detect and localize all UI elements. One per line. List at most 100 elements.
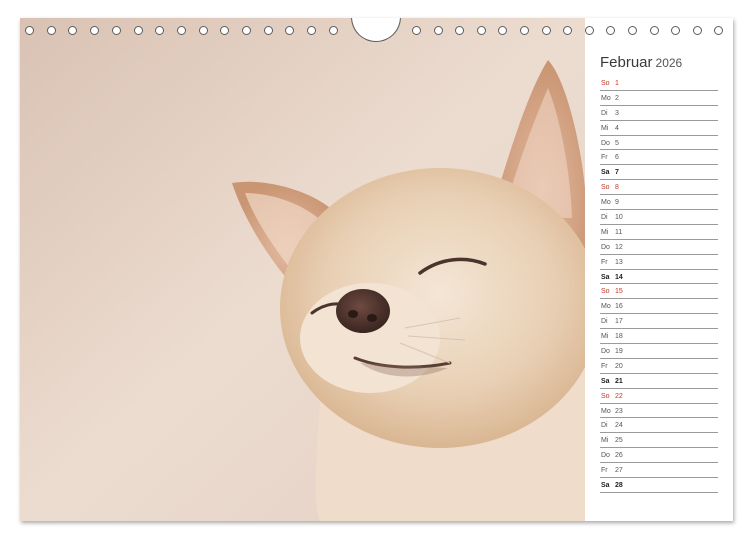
day-number: 18 [615,333,623,341]
day-number: 7 [615,169,619,177]
day-row: Fr 27 [600,463,718,479]
weekday-label: Do [601,348,610,356]
day-number: 6 [615,154,619,162]
weekday-label: Do [601,139,610,147]
weekday-label: Di [601,214,608,222]
day-number: 10 [615,214,623,222]
day-row: Do 26 [600,448,718,464]
day-row: Sa 7 [600,165,718,181]
day-number: 2 [615,94,619,102]
day-number: 19 [615,348,623,356]
day-row: Mo 23 [600,404,718,419]
binding-ring [90,26,100,35]
day-number: 26 [615,452,623,460]
binding-ring [68,26,78,35]
day-number: 1 [615,80,619,87]
day-row: Do 5 [600,136,718,151]
day-row: Sa 14 [600,270,718,285]
day-row: Mi 11 [600,225,718,240]
binding-ring [25,26,34,35]
binding-ring [242,26,251,35]
weekday-label: Mi [601,437,609,445]
binding-ring [412,26,421,35]
weekday-label: Do [601,452,610,460]
binding-ring [455,26,465,35]
binding-ring [563,26,573,35]
weekday-label: So [601,392,610,400]
binding-ring [263,26,273,35]
weekday-label: Mi [601,124,609,132]
day-row: Sa 21 [600,374,718,389]
weekday-label: Do [601,243,610,251]
calendar-panel: Februar 2026 So 1 Mo 2 Di 3 Mi 4 Do 5 Fr 6 Sa 7 So 8 Mo 9 D… [585,18,733,521]
dog-photo [20,18,585,521]
day-number: 27 [615,467,623,475]
binding-ring [498,26,508,35]
day-row: So 1 [600,76,718,91]
day-number: 21 [615,377,623,385]
binding-ring [307,26,317,35]
day-row: So 8 [600,180,718,196]
day-number: 16 [615,303,623,311]
day-row: Mi 25 [600,433,718,449]
day-number: 14 [615,273,623,281]
calendar-page: Februar 2026 So 1 Mo 2 Di 3 Mi 4 Do 5 Fr 6 Sa 7 So 8 Mo 9 D… [20,18,733,521]
weekday-label: So [601,80,610,87]
day-row: Di 3 [600,106,718,121]
weekday-label: So [601,288,610,296]
day-number: 20 [615,362,623,370]
weekday-label: Mo [601,407,611,415]
weekday-label: Mo [601,199,611,207]
binding-ring [155,26,165,35]
day-row: Di 10 [600,210,718,225]
binding-ring [46,26,56,35]
weekday-label: So [601,184,610,192]
weekday-label: Mi [601,333,609,341]
weekday-label: Mo [601,303,611,311]
weekday-label: Sa [601,482,610,490]
weekday-label: Sa [601,377,610,385]
weekday-label: Sa [601,169,610,177]
binding-ring [433,26,443,35]
day-number: 4 [615,124,619,132]
weekday-label: Di [601,422,608,430]
day-number: 28 [615,482,623,490]
binding-ring [328,26,338,35]
day-row: Fr 13 [600,255,718,270]
day-number: 15 [615,288,623,296]
day-number: 5 [615,139,619,147]
day-row: Mo 9 [600,195,718,211]
weekday-label: Di [601,318,608,326]
day-number: 11 [615,228,623,236]
day-row: Do 12 [600,240,718,255]
weekday-label: Sa [601,273,610,281]
binding-ring [133,26,143,35]
day-row: Mo 2 [600,91,718,106]
month-name: Februar [600,54,653,71]
weekday-label: Mo [601,94,611,102]
day-number: 13 [615,258,623,266]
day-row: Fr 20 [600,359,718,374]
day-number: 17 [615,318,623,326]
day-row: Mi 18 [600,329,718,345]
day-row: So 15 [600,284,718,300]
day-row: So 22 [600,389,718,404]
year: 2026 [655,56,683,70]
day-row: Di 17 [600,314,718,330]
binding-ring [285,26,295,35]
day-list: So 1 Mo 2 Di 3 Mi 4 Do 5 Fr 6 Sa 7 So 8 Mo 9 Di 10 Mi 11 Do 12 F… [600,76,718,493]
day-number: 22 [615,392,623,400]
weekday-label: Mi [601,228,609,236]
day-row: Mi 4 [600,121,718,136]
day-number: 23 [615,407,623,415]
weekday-label: Fr [601,258,608,266]
weekday-label: Fr [601,154,608,162]
binding-ring [111,26,121,35]
binding-ring [176,26,186,35]
binding-ring [198,26,208,35]
binding-ring [520,26,529,35]
binding-ring [220,26,230,35]
day-row: Mo 16 [600,299,718,315]
day-number: 3 [615,109,619,117]
weekday-label: Fr [601,362,608,370]
